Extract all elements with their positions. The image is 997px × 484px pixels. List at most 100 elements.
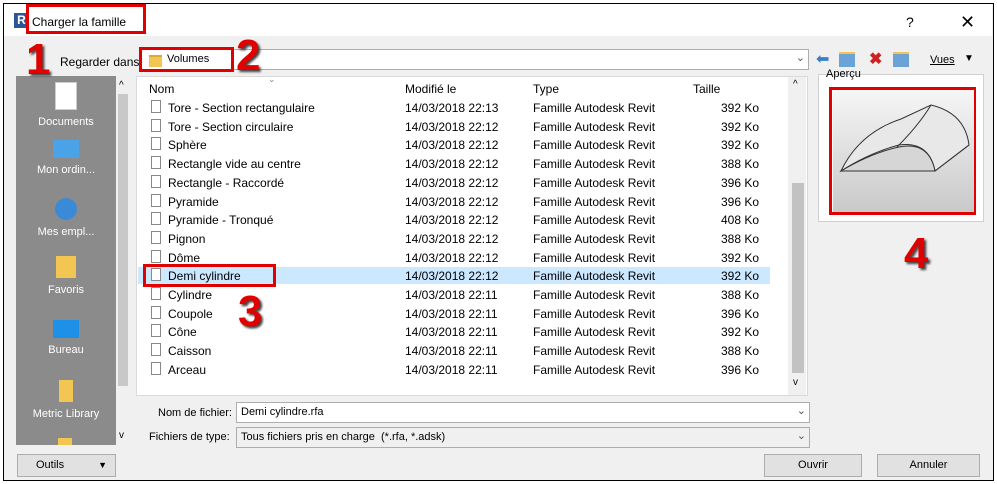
file-size: 388 Ko [721, 157, 760, 172]
views-dropdown-icon[interactable]: ▼ [964, 53, 974, 64]
table-row[interactable]: Cône 14/03/2018 22:11 Famille Autodesk Rev… [138, 323, 770, 340]
scroll-up-icon[interactable]: ^ [793, 79, 798, 90]
file-type: Famille Autodesk Revit [533, 213, 656, 228]
annotation-box-folder [139, 47, 234, 72]
file-size: 396 Ko [721, 306, 760, 321]
scroll-down-icon[interactable]: v [119, 430, 124, 441]
file-name: Pignon [168, 231, 206, 246]
chevron-down-icon[interactable]: ⌄ [797, 404, 806, 417]
document-icon [151, 249, 161, 263]
file-type: Famille Autodesk Revit [533, 344, 656, 359]
file-size: 392 Ko [721, 325, 760, 340]
file-type: Famille Autodesk Revit [533, 194, 656, 209]
views-menu[interactable]: Vues [930, 54, 955, 66]
file-name: Coupole [168, 306, 213, 321]
table-row[interactable]: Arceau 14/03/2018 22:11 Famille Autodesk R… [138, 361, 770, 378]
documents-icon [55, 82, 77, 110]
document-icon [151, 156, 161, 170]
file-modified: 14/03/2018 22:12 [405, 231, 499, 246]
document-icon [151, 212, 161, 226]
place-favorites[interactable]: Favoris [16, 256, 116, 296]
annotation-number: 2 [236, 31, 261, 80]
table-row[interactable]: Caisson 14/03/2018 22:11 Famille Autodesk … [138, 342, 770, 359]
file-size: 392 Ko [721, 119, 760, 134]
file-type: Famille Autodesk Revit [533, 231, 656, 246]
place-computer[interactable]: Mon ordin... [16, 140, 116, 176]
file-name: Cylindre [168, 288, 213, 302]
place-label: Metric Library [32, 408, 100, 420]
filename-label: Nom de fichier: [158, 407, 232, 419]
computer-icon [53, 140, 79, 158]
document-icon [151, 118, 161, 132]
column-modified[interactable]: Modifié le [405, 82, 456, 96]
file-size: 388 Ko [721, 344, 760, 359]
place-label: Bureau [48, 344, 84, 356]
table-row[interactable]: Pignon 14/03/2018 22:12 Famille Autodesk R… [138, 230, 770, 247]
table-row[interactable]: Rectangle vide au centre 14/03/2018 22:12… [138, 155, 770, 172]
column-type[interactable]: Type [533, 82, 559, 96]
table-row[interactable]: Tore - Section rectangulaire 14/03/2018 2… [138, 99, 770, 116]
places-scrollbar[interactable]: ^ v [116, 76, 130, 445]
table-row[interactable]: Cylindre 14/03/2018 22:11 Famille Autodesk… [138, 286, 770, 303]
file-modified: 14/03/2018 22:11 [405, 325, 498, 340]
library-folder-icon [59, 380, 73, 402]
place-desktop[interactable]: Bureau [16, 320, 116, 356]
scroll-thumb[interactable] [118, 94, 128, 386]
document-icon [151, 324, 161, 338]
up-folder-icon[interactable] [839, 52, 855, 67]
table-row[interactable]: Sphère 14/03/2018 22:12 Famille Autodesk R… [138, 136, 770, 153]
file-size: 388 Ko [721, 231, 760, 246]
desktop-icon [53, 320, 79, 338]
cancel-button[interactable]: Annuler [877, 454, 980, 477]
file-name: Caisson [168, 344, 212, 359]
filetype-select[interactable]: Tous fichiers pris en charge (*.rfa, *.a… [236, 427, 810, 448]
filetype-value: Tous fichiers pris en charge (*.rfa, *.a… [241, 431, 446, 443]
place-metric-library[interactable]: Metric Library [16, 380, 116, 420]
file-type: Famille Autodesk Revit [533, 269, 656, 284]
place-documents[interactable]: Documents [16, 82, 116, 128]
look-in-label: Regarder dans: [60, 55, 143, 69]
table-row[interactable]: Pyramide 14/03/2018 22:12 Famille Autodesk… [138, 193, 770, 210]
file-list-scroll-thumb[interactable] [792, 183, 804, 373]
document-icon [151, 305, 161, 319]
file-size: 392 Ko [721, 269, 760, 284]
column-name[interactable]: Nom [149, 82, 174, 96]
file-type: Famille Autodesk Revit [533, 157, 656, 172]
filetype-label: Fichiers de type: [149, 431, 230, 443]
close-button[interactable]: ✕ [960, 12, 975, 33]
table-row[interactable]: Coupole 14/03/2018 22:11 Famille Autodesk … [138, 305, 770, 322]
file-size: 388 Ko [721, 288, 760, 302]
scroll-up-icon[interactable]: ^ [119, 80, 124, 91]
annotation-box-selected-file [143, 264, 276, 287]
chevron-down-icon[interactable]: ⌄ [797, 429, 806, 442]
file-modified: 14/03/2018 22:13 [405, 101, 499, 115]
document-icon [151, 343, 161, 357]
table-row[interactable]: Rectangle - Raccordé 14/03/2018 22:12 Fami… [138, 174, 770, 191]
delete-icon[interactable]: ✖ [869, 49, 882, 69]
scroll-down-icon[interactable]: v [793, 377, 798, 388]
tools-button[interactable]: Outils ▼ [17, 454, 116, 477]
back-icon[interactable]: ⬅ [816, 49, 829, 69]
column-size[interactable]: Taille [693, 82, 720, 96]
filename-value: Demi cylindre.rfa [241, 406, 324, 418]
open-button[interactable]: Ouvrir [764, 454, 862, 477]
places-bar: Documents Mon ordin... Mes empl... Favor… [16, 76, 130, 445]
place-label: Mon ordin... [36, 164, 96, 176]
table-row[interactable]: Pyramide - Tronqué 14/03/2018 22:12 Famill… [138, 211, 770, 228]
table-row[interactable]: Tore - Section circulaire 14/03/2018 22:1… [138, 118, 770, 135]
file-type: Famille Autodesk Revit [533, 306, 656, 321]
file-modified: 14/03/2018 22:11 [405, 288, 498, 302]
place-network[interactable]: Mes empl... [16, 198, 116, 238]
title-bar: R Charger la famille ? ✕ [4, 4, 992, 36]
filename-field[interactable]: Demi cylindre.rfa ⌄ [236, 402, 810, 423]
file-name: Pyramide - Tronqué [168, 213, 274, 228]
file-name: Arceau [168, 362, 207, 377]
place-label: Favoris [47, 284, 85, 296]
file-size: 392 Ko [721, 138, 760, 153]
file-modified: 14/03/2018 22:11 [405, 344, 498, 359]
file-name: Rectangle vide au centre [168, 157, 301, 172]
help-button[interactable]: ? [906, 14, 914, 30]
file-modified: 14/03/2018 22:12 [405, 157, 499, 172]
document-icon [151, 361, 161, 375]
new-folder-icon[interactable] [893, 52, 909, 67]
